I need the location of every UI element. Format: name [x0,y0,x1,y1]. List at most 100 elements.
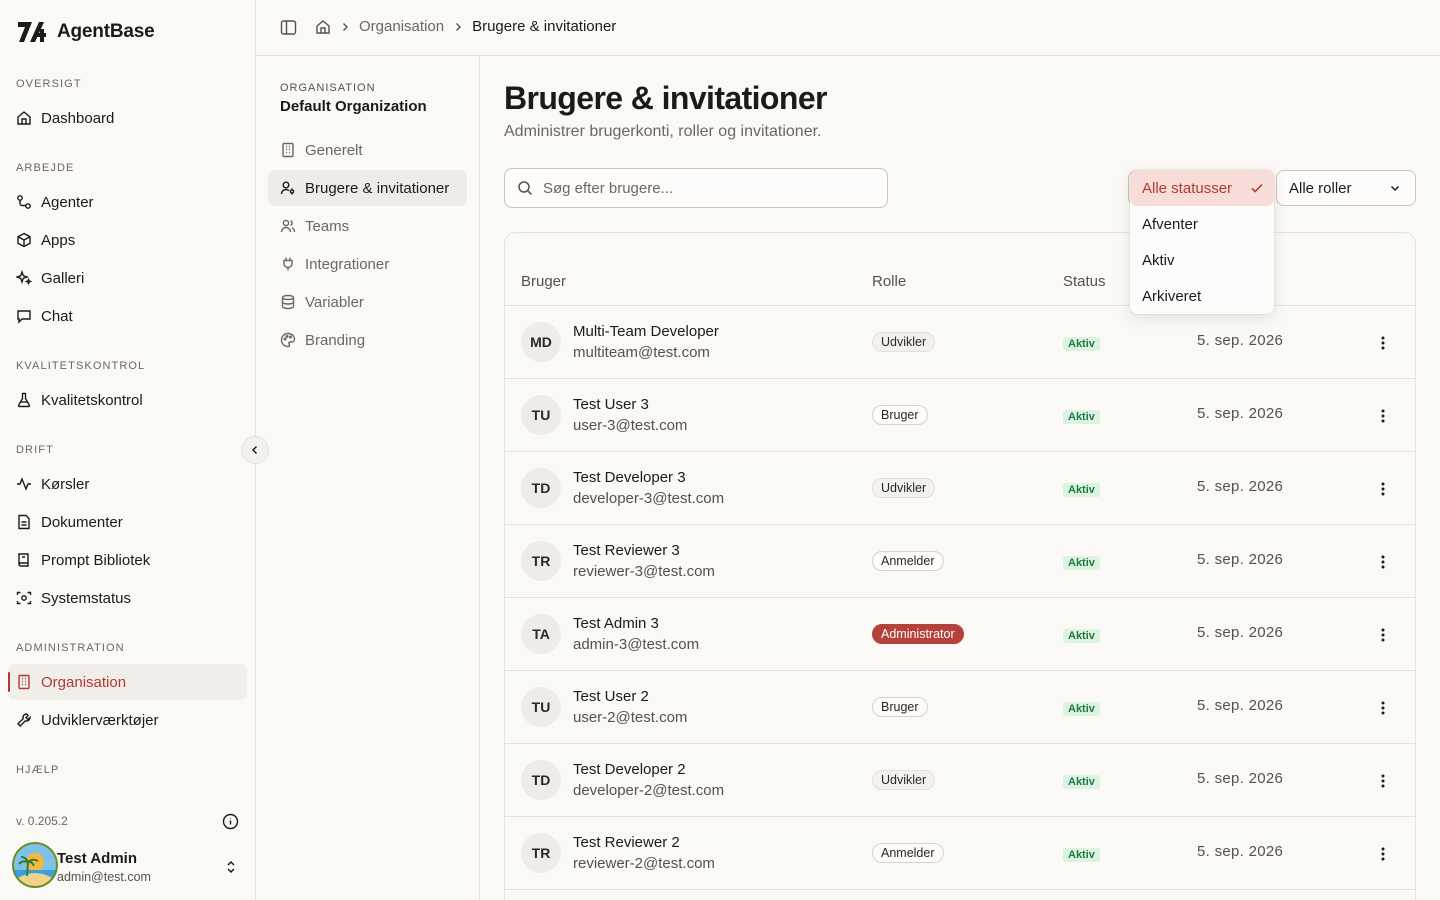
user-name: Multi-Team Developer [573,323,719,340]
sidebar-item-galleri[interactable]: Galleri [8,260,247,296]
status-option-label: Aktiv [1142,251,1175,269]
status-option-label: Afventer [1142,215,1198,233]
user-email: developer-3@test.com [573,490,725,507]
section-label-administration: ADMINISTRATION [16,642,125,654]
plug-icon [280,256,296,272]
subnav-item-generelt[interactable]: Generelt [268,132,467,168]
status-option-aktiv[interactable]: Aktiv [1130,242,1274,278]
sparkles-icon [16,270,32,286]
user-email: reviewer-2@test.com [573,855,715,872]
column-header-status[interactable]: Status [1063,273,1106,290]
status-badge: Aktiv [1063,629,1100,643]
breadcrumb-current: Brugere & invitationer [472,18,617,35]
sidebar-item-kvalitetskontrol[interactable]: Kvalitetskontrol [8,382,247,418]
subnav-item-integrationer[interactable]: Integrationer [268,246,467,282]
sidebar-item-dashboard[interactable]: Dashboard [8,100,247,136]
subnav-item-teams[interactable]: Teams [268,208,467,244]
breadcrumb: Organisation Brugere & invitationer [315,18,616,35]
table-row[interactable]: TR Test Reviewer 3 reviewer-3@test.com Anme… [505,525,1415,598]
info-icon[interactable] [222,813,239,830]
book-icon [16,552,32,568]
sidebar-item-organisation[interactable]: Organisation [8,664,247,700]
sidebar: AgentBase OVERSIGT Dashboard ARBEJDE Age… [0,0,256,900]
sidebar-item-apps[interactable]: Apps [8,222,247,258]
palette-icon [280,332,296,348]
row-actions-button[interactable] [1371,625,1395,645]
wrench-icon [16,712,32,728]
subnav-item-label: Variabler [305,293,364,311]
row-actions-button[interactable] [1371,479,1395,499]
search-field[interactable] [504,168,888,208]
status-badge: Aktiv [1063,337,1100,351]
status-badge: Aktiv [1063,483,1100,497]
column-header-user[interactable]: Bruger [521,273,566,290]
row-actions-button[interactable] [1371,844,1395,864]
flask-icon [16,392,32,408]
breadcrumb-organisation[interactable]: Organisation [359,18,444,35]
workflow-icon [16,194,32,210]
status-option-afventer[interactable]: Afventer [1130,206,1274,242]
subnav-item-brugere[interactable]: Brugere & invitationer [268,170,467,206]
roles-filter-value: Alle roller [1289,179,1352,197]
database-icon [280,294,296,310]
document-icon [16,514,32,530]
avatar: TD [521,468,561,508]
page-subtitle: Administrer brugerkonti, roller og invit… [504,123,822,140]
role-badge: Anmelder [872,551,944,571]
row-actions-button[interactable] [1371,698,1395,718]
brand[interactable]: AgentBase [17,19,155,45]
table-row[interactable]: TU Test User 2 user-2@test.com Bruger Aktiv 5… [505,671,1415,744]
sidebar-item-dokumenter[interactable]: Dokumenter [8,504,247,540]
avatar: TU [521,687,561,727]
subnav-item-label: Branding [305,331,366,349]
status-option-all[interactable]: Alle statusser [1130,170,1274,206]
sidebar-item-agenter[interactable]: Agenter [8,184,247,220]
row-actions-button[interactable] [1371,406,1395,426]
subnav-item-variabler[interactable]: Variabler [268,284,467,320]
sidebar-item-label: Apps [41,231,76,249]
more-vertical-icon [1381,628,1385,642]
status-option-arkiveret[interactable]: Arkiveret [1130,278,1274,314]
created-date: 5. sep. 2026 [1197,405,1284,422]
table-row[interactable]: TA Test Admin 3 admin-3@test.com Administra… [505,598,1415,671]
user-email: user-3@test.com [573,417,688,434]
table-row[interactable]: TD Test Developer 3 developer-3@test.com Ud… [505,452,1415,525]
sidebar-item-prompt-bibliotek[interactable]: Prompt Bibliotek [8,542,247,578]
activity-icon [16,476,32,492]
created-date: 5. sep. 2026 [1197,478,1284,495]
collapse-sidebar-button[interactable] [241,436,269,464]
status-badge: Aktiv [1063,775,1100,789]
sidebar-item-systemstatus[interactable]: Systemstatus [8,580,247,616]
user-menu[interactable]: Test Admin admin@test.com [12,842,247,890]
sidebar-toggle-icon[interactable] [280,19,297,36]
status-badge: Aktiv [1063,848,1100,862]
sidebar-item-chat[interactable]: Chat [8,298,247,334]
role-badge: Udvikler [872,478,936,498]
status-badge: Aktiv [1063,556,1100,570]
roles-filter-select[interactable]: Alle roller [1276,170,1416,206]
table-row[interactable]: TU Test User 3 user-3@test.com Bruger Aktiv 5… [505,379,1415,452]
user-email: admin@test.com [57,870,151,884]
user-name: Test Reviewer 2 [573,834,680,851]
chevron-down-icon [1389,182,1401,194]
status-filter-dropdown: Alle statusser Afventer Aktiv Arkiveret [1130,170,1274,314]
status-option-label: Alle statusser [1142,179,1233,197]
sidebar-item-udviklervaerktojer[interactable]: Udviklerværktøjer [8,702,247,738]
column-header-role[interactable]: Rolle [872,273,906,290]
row-actions-button[interactable] [1371,552,1395,572]
table-row[interactable]: MD Multi-Team Developer multiteam@test.com… [505,306,1415,379]
search-icon [517,180,533,196]
home-icon[interactable] [315,19,331,35]
subnav-item-branding[interactable]: Branding [268,322,467,358]
avatar: TU [521,395,561,435]
row-actions-button[interactable] [1371,771,1395,791]
sidebar-item-korsler[interactable]: Kørsler [8,466,247,502]
search-input[interactable] [543,179,863,197]
row-actions-button[interactable] [1371,333,1395,353]
user-email: user-2@test.com [573,709,688,726]
table-row[interactable]: TR Test Reviewer 2 reviewer-2@test.com Anme… [505,817,1415,890]
users-table: Bruger Rolle Status MD Multi-Team Develop… [504,232,1416,900]
status-option-label: Arkiveret [1142,287,1202,305]
table-row[interactable]: TD Test Developer 2 developer-2@test.com Ud… [505,744,1415,817]
user-email: developer-2@test.com [573,782,725,799]
